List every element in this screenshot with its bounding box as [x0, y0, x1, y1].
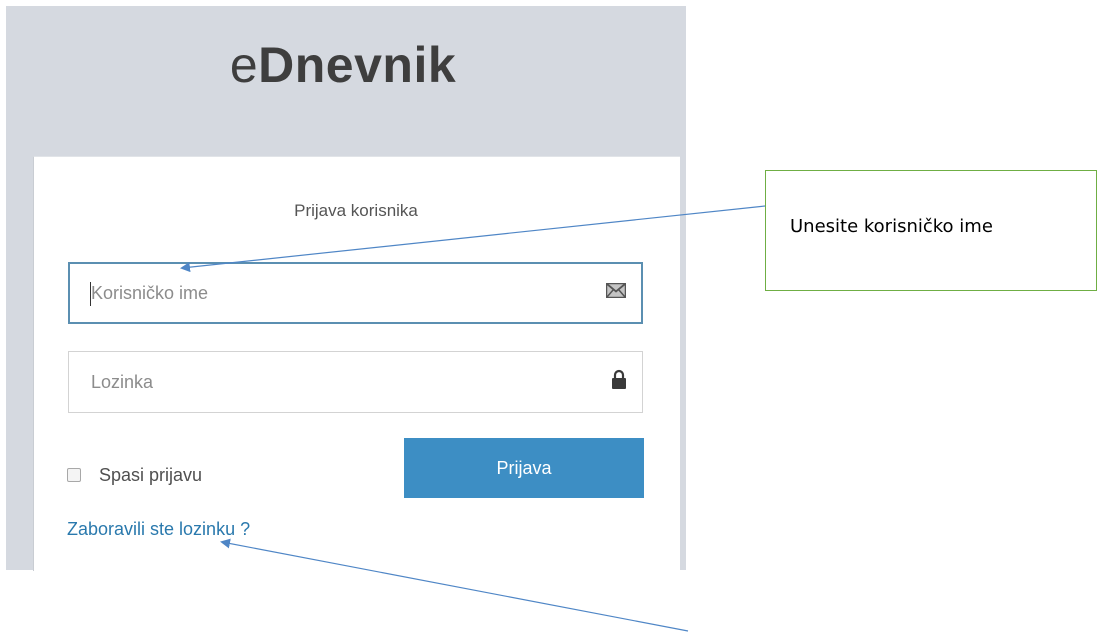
annotation-callout: Unesite korisničko ime: [765, 170, 1097, 291]
login-button[interactable]: Prijava: [404, 438, 644, 498]
remember-label: Spasi prijavu: [99, 465, 203, 485]
logo-prefix: e: [229, 37, 259, 93]
app-logo: eDnevnik: [0, 36, 686, 94]
lock-icon: [611, 369, 627, 395]
username-placeholder: Korisničko ime: [91, 283, 209, 303]
username-field[interactable]: Korisničko ime: [68, 262, 643, 324]
forgot-password-link[interactable]: Zaboravili ste lozinku ?: [67, 519, 250, 540]
password-field[interactable]: Lozinka: [68, 351, 643, 413]
remember-checkbox[interactable]: [67, 468, 81, 482]
logo-name: Dnevnik: [258, 37, 457, 93]
login-title: Prijava korisnika: [294, 201, 418, 220]
callout-text: Unesite korisničko ime: [790, 216, 993, 237]
password-placeholder: Lozinka: [91, 372, 154, 392]
envelope-icon: [605, 282, 627, 303]
